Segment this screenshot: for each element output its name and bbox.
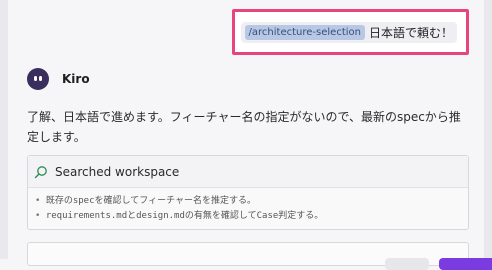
tool-call-card: Searched workspace 既存のspecを確認してフィーチャー名を推… bbox=[27, 155, 469, 230]
user-message-text: 日本語で頼む！ bbox=[368, 25, 453, 40]
tool-call-detail-line: requirements.mdとdesign.mdの有無を確認してCase判定す… bbox=[35, 209, 468, 224]
tool-call-details: 既存のspecを確認してフィーチャー名を推定する。 requirements.m… bbox=[28, 188, 468, 224]
agent-reply-text: 了解、日本語で進めます。フィーチャー名の指定がないので、最新のspecから推定し… bbox=[27, 110, 461, 144]
agent-name: Kiro bbox=[62, 72, 90, 86]
agent-header: Kiro bbox=[27, 67, 90, 91]
left-panel-edge bbox=[0, 0, 8, 259]
tool-call-header[interactable]: Searched workspace bbox=[28, 156, 468, 188]
user-message-bubble[interactable]: /architecture-selection 日本語で頼む！ bbox=[240, 21, 457, 43]
search-icon bbox=[34, 165, 47, 178]
primary-action-button[interactable] bbox=[439, 258, 492, 270]
avatar-eye-right bbox=[39, 76, 42, 81]
slash-command-chip[interactable]: /architecture-selection bbox=[244, 24, 365, 40]
avatar-eye-left bbox=[34, 76, 37, 81]
secondary-action-button[interactable] bbox=[385, 258, 429, 270]
next-message-card bbox=[27, 242, 492, 270]
tool-call-detail-line: 既存のspecを確認してフィーチャー名を推定する。 bbox=[35, 194, 468, 209]
kiro-avatar-icon bbox=[27, 68, 49, 90]
user-message-highlight: /architecture-selection 日本語で頼む！ bbox=[232, 9, 469, 55]
right-panel-edge bbox=[484, 0, 492, 259]
tool-call-title: Searched workspace bbox=[55, 164, 180, 179]
